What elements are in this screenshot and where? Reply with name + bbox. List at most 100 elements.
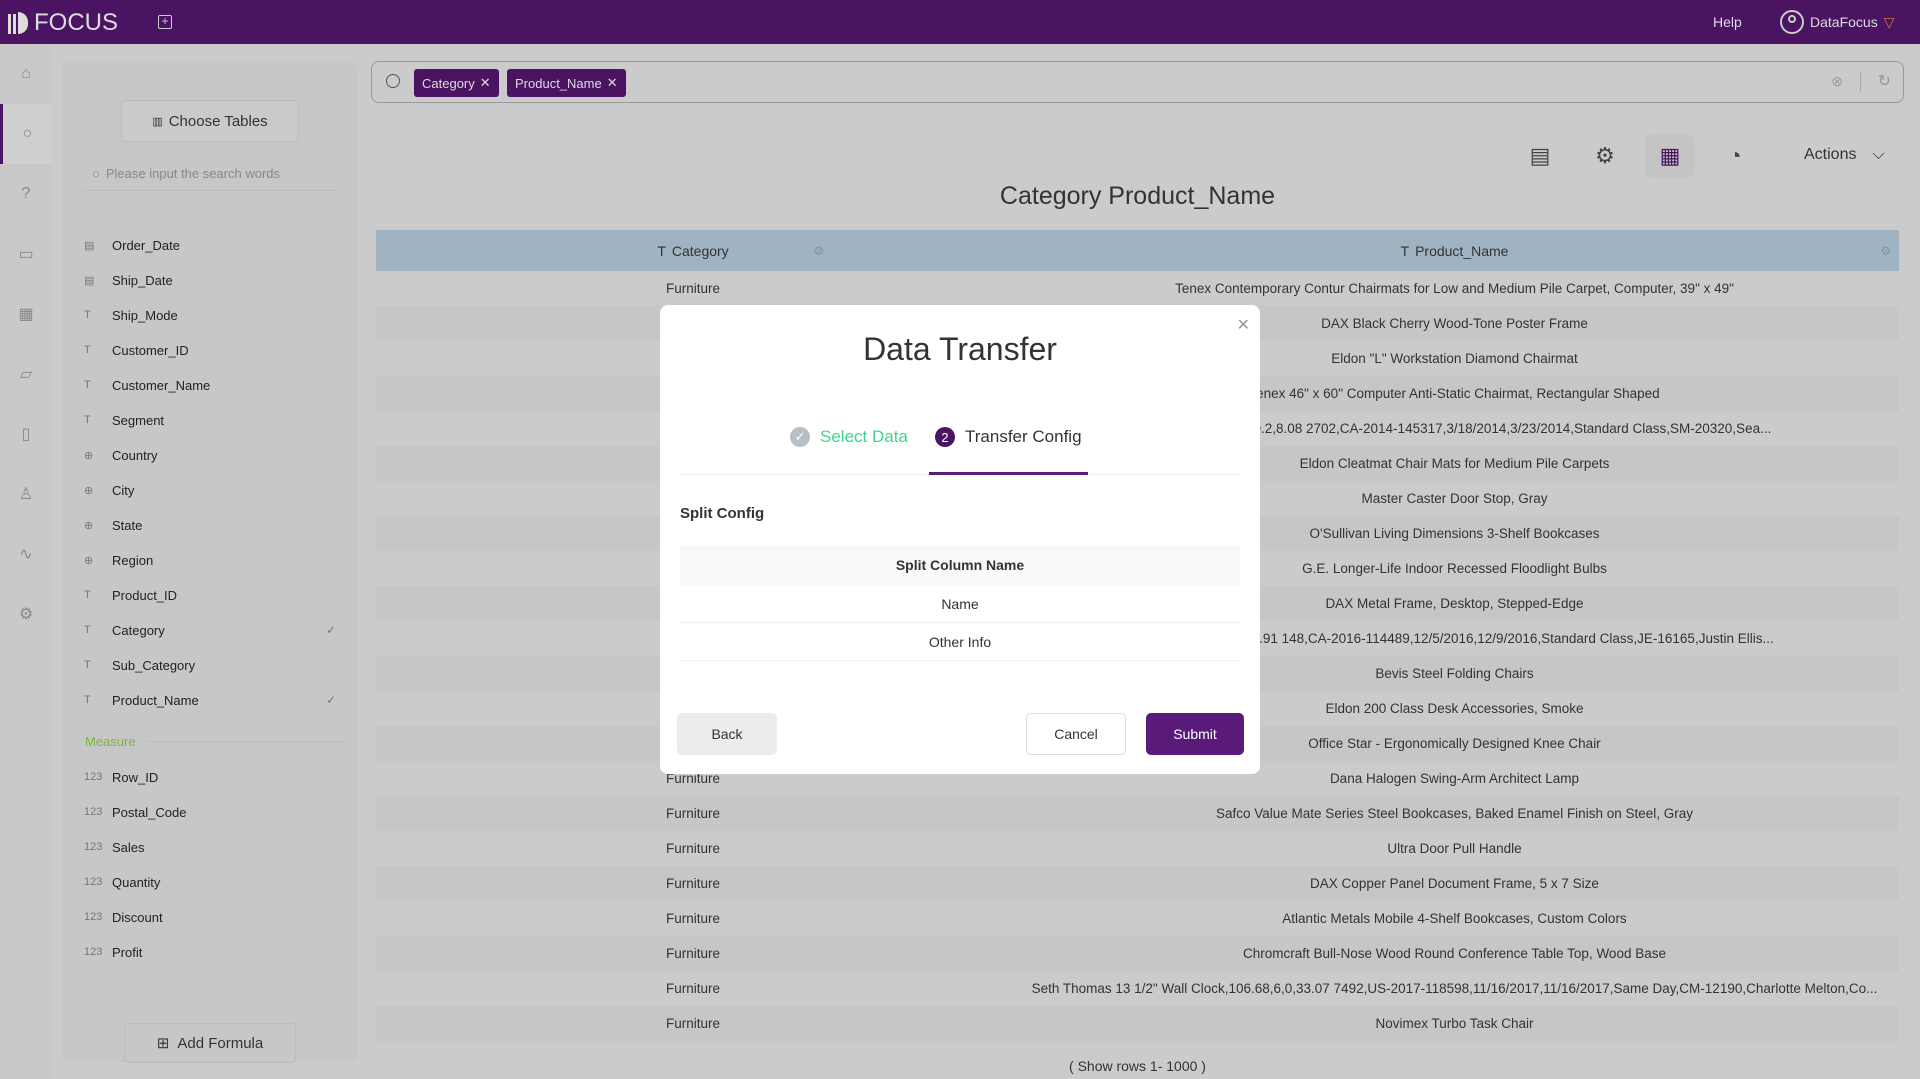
new-tab-icon[interactable]: + (158, 15, 172, 29)
measure-item[interactable]: 123 Profit (82, 937, 344, 967)
gear-icon[interactable]: ⚙ (1880, 244, 1891, 258)
date-type-icon: ▤ (84, 239, 95, 252)
geo-type-icon: ⊕ (84, 554, 94, 567)
actions-dropdown[interactable]: Actions ⌵ (1804, 146, 1885, 164)
check-icon: ✓ (790, 427, 810, 447)
search-icon[interactable]: ○ (0, 104, 52, 164)
search-chip-category[interactable]: Category ✕ (414, 69, 499, 97)
field-item[interactable]: ⊕ Region (82, 545, 344, 575)
text-type-icon: T (84, 414, 91, 426)
text-type-icon: T (657, 242, 666, 259)
table-icon[interactable]: ▦ (0, 284, 52, 344)
field-item[interactable]: T Segment (82, 405, 344, 435)
search-bar[interactable]: Category ✕ Product_Name ✕ ⊗ ↻ (371, 61, 1904, 103)
folder-icon[interactable]: ▱ (0, 344, 52, 404)
pie-chart-icon[interactable]: ◔ (1710, 134, 1760, 178)
table-header: T Category ⚙ T Product_Name ⚙ (376, 230, 1899, 271)
refresh-icon[interactable]: ↻ (1878, 71, 1891, 91)
row-count: ( Show rows 1- 1000 ) (1069, 1058, 1206, 1074)
measure-item[interactable]: 123 Row_ID (82, 762, 344, 792)
close-icon[interactable]: ✕ (480, 75, 491, 91)
geo-type-icon: ⊕ (84, 449, 94, 462)
number-type-icon: 123 (84, 946, 103, 958)
choose-tables-button[interactable]: ▥ Choose Tables (121, 100, 299, 142)
field-item[interactable]: T Category ✓ (82, 615, 344, 645)
table-row: Furniture Chromcraft Bull-Nose Wood Round… (376, 936, 1899, 971)
section-title: Split Config (680, 505, 765, 522)
gear-icon[interactable]: ⚙ (1580, 134, 1630, 178)
clear-icon[interactable]: ⊗ (1831, 73, 1843, 90)
formula-icon[interactable]: ▤ (1515, 134, 1565, 178)
cancel-button[interactable]: Cancel (1026, 713, 1126, 755)
text-type-icon: T (84, 589, 91, 601)
field-item[interactable]: T Customer_ID (82, 335, 344, 365)
close-icon[interactable]: ✕ (607, 75, 618, 91)
submit-button[interactable]: Submit (1146, 713, 1244, 755)
clipboard-icon[interactable]: ▯ (0, 404, 52, 464)
text-type-icon: T (84, 379, 91, 391)
field-item[interactable]: ▤ Ship_Date (82, 265, 344, 295)
field-label: Customer_ID (112, 342, 189, 358)
step-select-data[interactable]: ✓ Select Data (790, 427, 908, 447)
table-row: Furniture DAX Copper Panel Document Frame… (376, 866, 1899, 901)
home-icon[interactable]: ⌂ (0, 44, 52, 104)
text-type-icon: T (84, 694, 91, 706)
search-icon (386, 74, 400, 88)
table-row: Furniture Novimex Turbo Task Chair (376, 1006, 1899, 1041)
field-label: Ship_Mode (112, 307, 178, 323)
field-item[interactable]: T Sub_Category (82, 650, 344, 680)
field-item[interactable]: T Customer_Name (82, 370, 344, 400)
help-icon[interactable]: ? (0, 164, 52, 224)
check-icon: ✓ (325, 693, 336, 707)
measure-label: Quantity (112, 874, 161, 890)
text-type-icon: T (84, 659, 91, 671)
check-icon: ✓ (325, 623, 336, 637)
field-label: Order_Date (112, 237, 180, 253)
field-label: Ship_Date (112, 272, 173, 288)
field-item[interactable]: ⊕ City (82, 475, 344, 505)
monitor-icon[interactable]: ▭ (0, 224, 52, 284)
add-formula-button[interactable]: ⊞ Add Formula (124, 1023, 296, 1063)
measure-item[interactable]: 123 Sales (82, 832, 344, 862)
measure-item[interactable]: 123 Quantity (82, 867, 344, 897)
data-transfer-dialog: ✕ Data Transfer ✓ Select Data 2 Transfer C… (660, 305, 1260, 774)
user-menu[interactable]: DataFocus ▽ (1780, 10, 1894, 34)
field-item[interactable]: T Ship_Mode (82, 300, 344, 330)
number-type-icon: 123 (84, 806, 103, 818)
number-type-icon: 123 (84, 771, 103, 783)
logo-icon (8, 12, 28, 34)
user-icon[interactable]: ♙ (0, 464, 52, 524)
search-chip-product-name[interactable]: Product_Name ✕ (507, 69, 626, 97)
field-item[interactable]: ⊕ Country (82, 440, 344, 470)
cell-category: Furniture (665, 946, 721, 961)
field-item[interactable]: ▤ Order_Date (82, 230, 344, 260)
cell-category: Furniture (665, 281, 721, 296)
back-button[interactable]: Back (677, 713, 777, 755)
search-icon: ○ (92, 166, 100, 181)
logo[interactable]: FOCUS (8, 9, 118, 37)
cell-product-name: Novimex Turbo Task Chair (1375, 1016, 1534, 1031)
field-item[interactable]: T Product_ID (82, 580, 344, 610)
measure-item[interactable]: 123 Discount (82, 902, 344, 932)
chevron-down-icon: ⌵ (1872, 146, 1885, 163)
column-header-product-name[interactable]: T Product_Name ⚙ (1010, 230, 1899, 271)
column-search-input[interactable]: ○ Please input the search words (82, 157, 338, 191)
field-item[interactable]: ⊕ State (82, 510, 344, 540)
field-label: Category (112, 622, 165, 638)
column-header-category[interactable]: T Category ⚙ (376, 230, 1010, 271)
cell-product-name: Safco Value Mate Series Steel Bookcases,… (1216, 806, 1693, 821)
activity-icon[interactable]: ∿ (0, 524, 52, 584)
measure-item[interactable]: 123 Postal_Code (82, 797, 344, 827)
table-view-icon[interactable]: ▦ (1645, 134, 1695, 178)
cell-category: Furniture (665, 911, 721, 926)
field-item[interactable]: T Product_Name ✓ (82, 685, 344, 715)
cell-category: Furniture (665, 981, 721, 996)
cell-product-name: Atlantic Metals Mobile 4-Shelf Bookcases… (1282, 911, 1627, 926)
divider (1860, 72, 1861, 92)
step-transfer-config[interactable]: 2 Transfer Config (935, 427, 1082, 447)
help-link[interactable]: Help (1713, 14, 1742, 30)
gear-icon[interactable]: ⚙ (0, 584, 52, 644)
gem-icon: ▽ (1883, 13, 1895, 30)
active-step-indicator (929, 472, 1088, 475)
gear-icon[interactable]: ⚙ (813, 244, 824, 258)
